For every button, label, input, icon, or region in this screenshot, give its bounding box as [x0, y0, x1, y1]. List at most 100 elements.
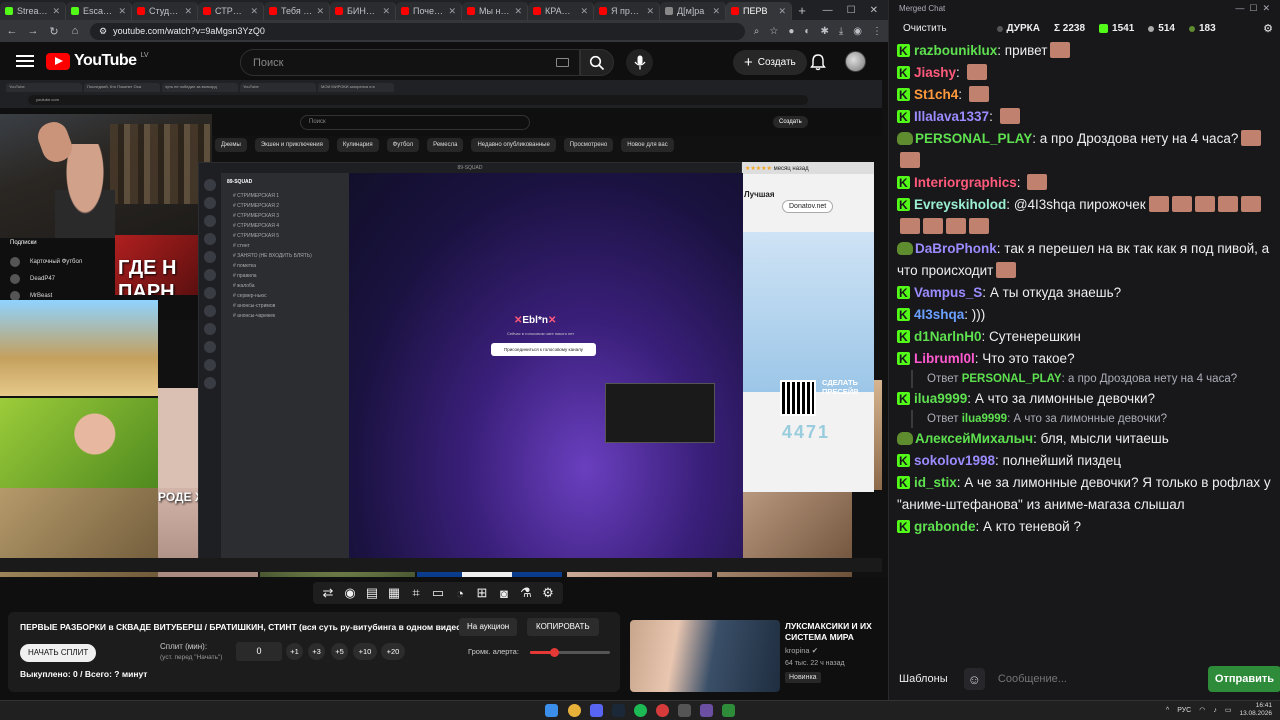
frame-icon[interactable]: ▭ — [430, 585, 446, 601]
youtube-logo[interactable]: YouTube LV — [46, 52, 149, 70]
recommended-title[interactable]: ЛУКСМАКСИКИ И ИХ СИСТЕМА МИРА — [785, 621, 885, 643]
app-icon[interactable] — [678, 704, 691, 717]
chat-settings-gear-icon[interactable]: ⚙ — [1263, 22, 1273, 35]
obs-icon[interactable] — [656, 704, 669, 717]
send-button[interactable]: Отправить — [1207, 666, 1280, 692]
close-tab-icon[interactable]: ✕ — [580, 6, 588, 17]
chat-username[interactable]: razbouniklux — [914, 43, 997, 58]
start-split-button[interactable]: НАЧАТЬ СПЛИТ — [20, 644, 97, 662]
close-tab-icon[interactable]: ✕ — [382, 6, 390, 17]
wifi-icon[interactable]: ◠ — [1199, 706, 1205, 714]
back-icon[interactable]: ← — [6, 25, 18, 37]
close-tab-icon[interactable]: ✕ — [250, 6, 258, 17]
browser-tab[interactable]: Я прозна ✕ — [594, 2, 660, 20]
browser-tab[interactable]: Мы наш ✕ — [462, 2, 528, 20]
download-icon[interactable]: ⤓ — [839, 26, 843, 37]
create-button[interactable]: + Создать — [733, 50, 807, 75]
chat-username[interactable]: id_stix — [914, 475, 957, 490]
volume-icon[interactable]: ♪ — [1213, 707, 1217, 714]
browser-tab[interactable]: Почему В✕ — [396, 2, 462, 20]
browser-tab[interactable]: КРАСОТА ✕ — [528, 2, 594, 20]
browser-tab[interactable]: Студия ... ✕ — [132, 2, 198, 20]
browser-tab[interactable]: Тебя Вму ✕ — [264, 2, 330, 20]
increment-button[interactable]: +20 — [381, 643, 405, 660]
puzzle-icon[interactable]: ✱ — [820, 26, 828, 37]
emoji-picker-icon[interactable]: ☺ — [963, 668, 985, 690]
close-icon[interactable]: ✕ — [870, 5, 878, 16]
chat-username[interactable]: Vampus_S — [914, 285, 982, 300]
chat-username[interactable]: 4I3shqa — [914, 307, 964, 322]
crop-icon[interactable]: ⌗ — [408, 585, 424, 601]
close-tab-icon[interactable]: ✕ — [118, 6, 126, 17]
split-minutes-input[interactable]: 0 — [236, 642, 282, 661]
chat-username[interactable]: Evreyskiholod — [914, 197, 1006, 212]
alert-volume-knob[interactable] — [550, 648, 559, 657]
browser-tab[interactable]: Escape Fr ✕ — [66, 2, 132, 20]
keyboard-icon[interactable] — [556, 58, 569, 67]
increment-button[interactable]: +3 — [308, 643, 325, 660]
chrome-icon[interactable] — [568, 704, 581, 717]
reload-icon[interactable]: ↻ — [48, 25, 60, 38]
clock[interactable]: 16:41 13.08.2026 — [1239, 702, 1272, 718]
gear-icon[interactable]: ⚙ — [540, 585, 556, 601]
chat-username[interactable]: St1ch4 — [914, 87, 958, 102]
recommended-thumbnail[interactable] — [630, 620, 780, 692]
close-tab-icon[interactable]: ✕ — [778, 6, 786, 17]
search-input[interactable]: Поиск — [240, 49, 580, 76]
recommended-channel[interactable]: kropina ✔ — [785, 646, 818, 655]
chat-username[interactable]: sokolov1998 — [914, 453, 995, 468]
spotify-icon[interactable] — [634, 704, 647, 717]
bookmark-star-icon[interactable]: ☆ — [769, 26, 778, 37]
browser-tab[interactable]: Stream - Ki ✕ — [0, 2, 66, 20]
browser-tab[interactable]: Д[м]ра ✕ — [660, 2, 726, 20]
flask-icon[interactable]: ⚗ — [518, 585, 534, 601]
site-info-icon[interactable]: ⚙ — [99, 26, 107, 37]
to-auction-button[interactable]: На аукцион — [459, 618, 518, 636]
message-input[interactable] — [992, 667, 1204, 691]
extension-icon[interactable]: ● — [788, 26, 794, 37]
hamburger-menu-icon[interactable] — [16, 55, 34, 67]
discord-icon[interactable] — [590, 704, 603, 717]
add-box-icon[interactable]: ⊞ — [474, 585, 490, 601]
increment-button[interactable]: +10 — [353, 643, 377, 660]
close-icon[interactable]: — ☐ ✕ — [1235, 3, 1270, 14]
clear-chat-button[interactable]: Очистить — [897, 20, 953, 38]
browser-tab[interactable]: БИНАРН... ✕ — [330, 2, 396, 20]
increment-button[interactable]: +5 — [331, 643, 348, 660]
battery-icon[interactable]: ▭ — [1225, 706, 1232, 714]
broadcast-icon[interactable]: ◉ — [342, 585, 358, 601]
language-indicator[interactable]: РУС — [1177, 707, 1191, 714]
translate-icon[interactable]: ⌕ — [754, 26, 760, 37]
camera-icon[interactable]: ◙ — [496, 585, 512, 601]
close-tab-icon[interactable]: ✕ — [52, 6, 60, 17]
app-icon[interactable] — [722, 704, 735, 717]
chat-username[interactable]: Illalava1337 — [914, 109, 989, 124]
speed-icon[interactable]: ◔ — [452, 585, 468, 601]
chat-username[interactable]: Libruml0l — [914, 351, 975, 366]
notifications-bell-icon[interactable] — [808, 52, 828, 72]
loop-icon[interactable]: ⇄ — [320, 585, 336, 601]
app-icon[interactable] — [700, 704, 713, 717]
search-button[interactable] — [580, 49, 614, 76]
alert-volume-slider[interactable] — [530, 648, 610, 657]
url-field[interactable]: ⚙ youtube.com/watch?v=9aMgsn3YzQ0 — [90, 22, 745, 40]
menu-icon[interactable]: ⋮ — [872, 26, 882, 37]
chat-username[interactable]: Jiashy — [914, 65, 956, 80]
browser-tab[interactable]: ПЕРВ ✕ — [726, 2, 792, 20]
account-avatar[interactable] — [845, 51, 866, 72]
close-tab-icon[interactable]: ✕ — [712, 6, 720, 17]
tray-expand-icon[interactable]: ^ — [1166, 707, 1169, 714]
steam-icon[interactable] — [612, 704, 625, 717]
profile-icon[interactable]: ◉ — [853, 26, 862, 37]
chat-username[interactable]: PERSONAL_PLAY — [915, 131, 1032, 146]
close-tab-icon[interactable]: ✕ — [514, 6, 522, 17]
start-icon[interactable] — [545, 704, 558, 717]
browser-tab[interactable]: СТРИМЕ...✕ — [198, 2, 264, 20]
voice-search-button[interactable] — [626, 49, 653, 76]
layers-icon[interactable]: ▤ — [364, 585, 380, 601]
templates-button[interactable]: Шаблоны — [899, 673, 948, 685]
close-tab-icon[interactable]: ✕ — [448, 6, 456, 17]
close-tab-icon[interactable]: ✕ — [316, 6, 324, 17]
close-tab-icon[interactable]: ✕ — [184, 6, 192, 17]
home-icon[interactable]: ⌂ — [69, 25, 81, 37]
